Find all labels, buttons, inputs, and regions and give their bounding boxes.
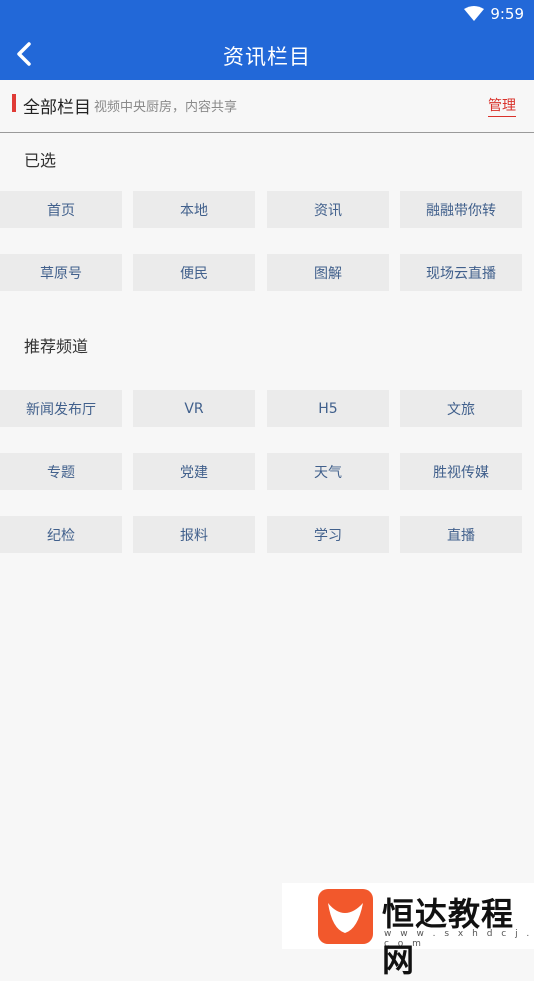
channel-chip-recommended[interactable]: 报料: [133, 516, 255, 553]
channel-chip-recommended[interactable]: 专题: [0, 453, 122, 490]
app-bar: 资讯栏目: [0, 28, 534, 80]
channel-chip-recommended[interactable]: VR: [133, 390, 255, 427]
channel-chip-selected[interactable]: 本地: [133, 191, 255, 228]
status-indicators: 9:59: [464, 5, 524, 23]
wifi-icon: [464, 6, 485, 21]
channel-chip-selected[interactable]: 首页: [0, 191, 122, 228]
channel-chip-recommended[interactable]: 文旅: [400, 390, 522, 427]
channel-chip-recommended[interactable]: 胜视传媒: [400, 453, 522, 490]
selected-label: 已选: [24, 151, 57, 170]
watermark-logo-icon: [318, 889, 373, 944]
channel-chip-recommended[interactable]: H5: [267, 390, 389, 427]
channel-chip-selected[interactable]: 融融带你转: [400, 191, 522, 228]
section-subtitle: 视频中央厨房，内容共享: [94, 100, 238, 115]
all-columns-header: 全部栏目 视频中央厨房，内容共享 管理: [0, 80, 534, 133]
status-bar: 9:59: [0, 0, 534, 28]
status-time: 9:59: [490, 5, 524, 23]
channel-chip-recommended[interactable]: 纪检: [0, 516, 122, 553]
channel-chip-selected[interactable]: 草原号: [0, 254, 122, 291]
channel-chip-selected[interactable]: 现场云直播: [400, 254, 522, 291]
manage-button[interactable]: 管理: [488, 95, 516, 117]
channel-chip-selected[interactable]: 资讯: [267, 191, 389, 228]
channel-chip-selected[interactable]: 便民: [133, 254, 255, 291]
channel-chip-recommended[interactable]: 天气: [267, 453, 389, 490]
section-title: 全部栏目: [23, 98, 91, 118]
section-accent-bar: [12, 94, 16, 112]
watermark-url: w w w . s x h d c j . c o m: [384, 929, 533, 949]
channel-chip-selected[interactable]: 图解: [267, 254, 389, 291]
recommended-label: 推荐频道: [24, 337, 89, 356]
page-title: 资讯栏目: [223, 45, 311, 69]
channel-chip-recommended[interactable]: 新闻发布厅: [0, 390, 122, 427]
watermark: 恒达教程网 w w w . s x h d c j . c o m: [282, 883, 534, 979]
channel-chip-recommended[interactable]: 直播: [400, 516, 522, 553]
channel-chip-recommended[interactable]: 学习: [267, 516, 389, 553]
channel-chip-recommended[interactable]: 党建: [133, 453, 255, 490]
